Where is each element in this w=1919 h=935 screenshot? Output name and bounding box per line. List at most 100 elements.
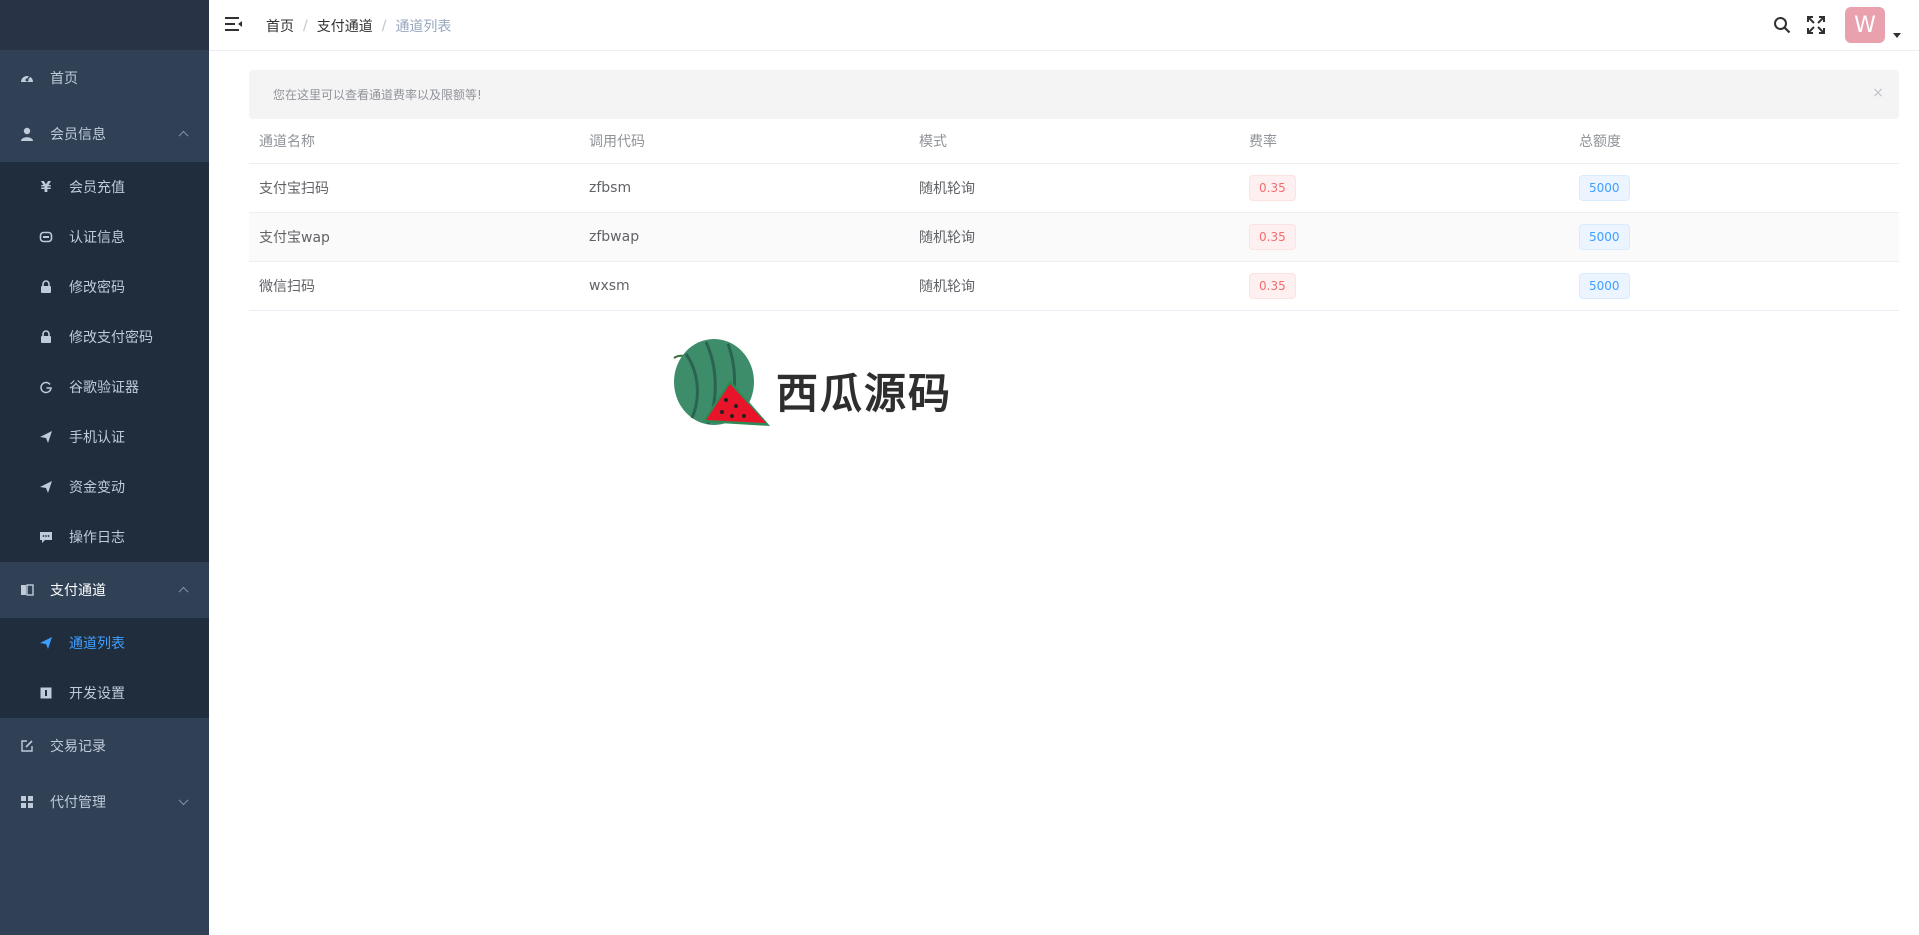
sidebar-item-member-info[interactable]: 会员信息 (0, 106, 209, 162)
search-icon[interactable] (1771, 14, 1793, 36)
column-header-rate[interactable]: 费率 (1239, 131, 1569, 151)
table-header-row: 通道名称 调用代码 模式 费率 总额度 (249, 119, 1899, 164)
sidebar-item-change-password[interactable]: 修改密码 (0, 262, 209, 312)
send-icon (39, 636, 53, 650)
sidebar-item-label: 谷歌验证器 (69, 380, 139, 396)
sidebar-item-label: 通道列表 (69, 636, 125, 652)
grid-icon (20, 795, 34, 809)
cell-name: 微信扫码 (259, 279, 315, 295)
breadcrumb-separator: / (303, 18, 308, 34)
chevron-up-icon (178, 586, 189, 597)
cell-rate: 0.35 (1239, 273, 1569, 299)
sidebar-item-google-auth[interactable]: 谷歌验证器 (0, 362, 209, 412)
breadcrumb-current: 通道列表 (395, 19, 452, 35)
send-icon (39, 480, 53, 494)
breadcrumb-separator: / (381, 18, 387, 34)
limit-tag: 5000 (1579, 224, 1630, 250)
fullscreen-icon[interactable] (1805, 14, 1827, 36)
cell-name: 支付宝扫码 (259, 181, 329, 197)
breadcrumb: 首页 / 支付通道 / 通道列表 (266, 16, 451, 36)
sidebar-item-fund-changes[interactable]: 资金变动 (0, 462, 209, 512)
sidebar-item-dev-settings[interactable]: 开发设置 (0, 668, 209, 718)
navbar: 首页 / 支付通道 / 通道列表 W (209, 0, 1919, 51)
sidebar-item-label: 修改支付密码 (69, 330, 153, 346)
cell-limit: 5000 (1569, 273, 1899, 299)
watermark-text: 西瓜源码 (776, 369, 953, 418)
cell-code: wxsm (589, 278, 630, 294)
sidebar-item-label: 修改密码 (69, 280, 125, 296)
alert-text: 您在这里可以查看通道费率以及限额等! (273, 88, 482, 102)
sidebar-item-label: 操作日志 (69, 530, 125, 546)
navbar-right-menu: W (1771, 0, 1919, 50)
watermelon-icon (673, 339, 770, 426)
close-icon[interactable]: × (1871, 85, 1885, 101)
sidebar-item-transactions[interactable]: 交易记录 (0, 718, 209, 774)
sidebar-item-label: 会员充值 (69, 180, 125, 196)
sidebar-item-label: 交易记录 (50, 739, 106, 755)
sidebar-item-channel-list[interactable]: 通道列表 (0, 618, 209, 668)
sidebar-item-operation-log[interactable]: 操作日志 (0, 512, 209, 562)
chevron-down-icon (178, 795, 189, 806)
cell-code: zfbwap (589, 229, 640, 245)
hamburger-icon[interactable] (225, 16, 243, 32)
sidebar-item-payment-channel[interactable]: 支付通道 (0, 562, 209, 618)
sidebar-item-label: 会员信息 (50, 127, 106, 143)
rate-tag: 0.35 (1249, 273, 1296, 299)
sidebar-item-label: 开发设置 (69, 686, 125, 702)
send-icon (39, 430, 53, 444)
channel-table: 通道名称 调用代码 模式 费率 总额度 支付宝扫码 zfbsm 随机轮询 0.3… (249, 119, 1899, 311)
table-row[interactable]: 微信扫码 wxsm 随机轮询 0.35 5000 (249, 262, 1899, 311)
cell-limit: 5000 (1569, 224, 1899, 250)
sidebar-item-label: 认证信息 (69, 230, 125, 246)
lock-icon (39, 330, 53, 344)
column-header-name[interactable]: 通道名称 (249, 131, 579, 151)
sidebar-item-label: 首页 (50, 71, 78, 87)
yen-icon: ¥ (40, 178, 52, 196)
sidebar-logo-area (0, 0, 209, 50)
message-icon (39, 530, 53, 544)
id-card-icon (39, 230, 53, 244)
rate-tag: 0.35 (1249, 175, 1296, 201)
cell-limit: 5000 (1569, 175, 1899, 201)
sidebar-item-payout-management[interactable]: 代付管理 (0, 774, 209, 830)
sidebar-item-label: 手机认证 (69, 430, 125, 446)
sidebar-item-label: 资金变动 (69, 480, 125, 496)
limit-tag: 5000 (1579, 273, 1630, 299)
column-header-mode[interactable]: 模式 (909, 131, 1239, 151)
google-icon (39, 380, 53, 394)
cell-code: zfbsm (589, 180, 632, 196)
cell-mode: 随机轮询 (919, 181, 975, 197)
dashboard-icon (20, 71, 34, 85)
sidebar-item-verification[interactable]: 认证信息 (0, 212, 209, 262)
sidebar-item-recharge[interactable]: ¥ 会员充值 (0, 162, 209, 212)
cell-rate: 0.35 (1239, 224, 1569, 250)
sidebar-item-home[interactable]: 首页 (0, 50, 209, 106)
lock-icon (39, 280, 53, 294)
sidebar-item-change-pay-password[interactable]: 修改支付密码 (0, 312, 209, 362)
table-row[interactable]: 支付宝扫码 zfbsm 随机轮询 0.35 5000 (249, 164, 1899, 213)
avatar[interactable]: W (1845, 7, 1885, 43)
cell-rate: 0.35 (1239, 175, 1569, 201)
caret-down-icon[interactable] (1893, 32, 1901, 38)
limit-tag: 5000 (1579, 175, 1630, 201)
user-icon (20, 127, 34, 141)
table-row[interactable]: 支付宝wap zfbwap 随机轮询 0.35 5000 (249, 213, 1899, 262)
breadcrumb-section[interactable]: 支付通道 (317, 16, 373, 36)
watermark-logo: 西瓜源码 (666, 334, 966, 434)
sidebar: 首页 会员信息 ¥ 会员充值 认证信息 修改密码 修改支付密码 谷歌验证器 手机… (0, 0, 209, 935)
breadcrumb-home[interactable]: 首页 (266, 16, 294, 36)
sidebar-item-label: 代付管理 (50, 795, 106, 811)
cell-mode: 随机轮询 (919, 279, 975, 295)
book-icon (20, 583, 34, 597)
info-icon (39, 686, 53, 700)
column-header-code[interactable]: 调用代码 (579, 131, 909, 151)
info-alert: 您在这里可以查看通道费率以及限额等! × (249, 70, 1899, 119)
sidebar-item-label: 支付通道 (50, 583, 106, 599)
cell-mode: 随机轮询 (919, 230, 975, 246)
column-header-limit[interactable]: 总额度 (1569, 131, 1899, 151)
cell-name: 支付宝wap (259, 230, 330, 246)
edit-icon (20, 739, 34, 753)
sidebar-item-phone-auth[interactable]: 手机认证 (0, 412, 209, 462)
chevron-up-icon (178, 130, 189, 141)
rate-tag: 0.35 (1249, 224, 1296, 250)
